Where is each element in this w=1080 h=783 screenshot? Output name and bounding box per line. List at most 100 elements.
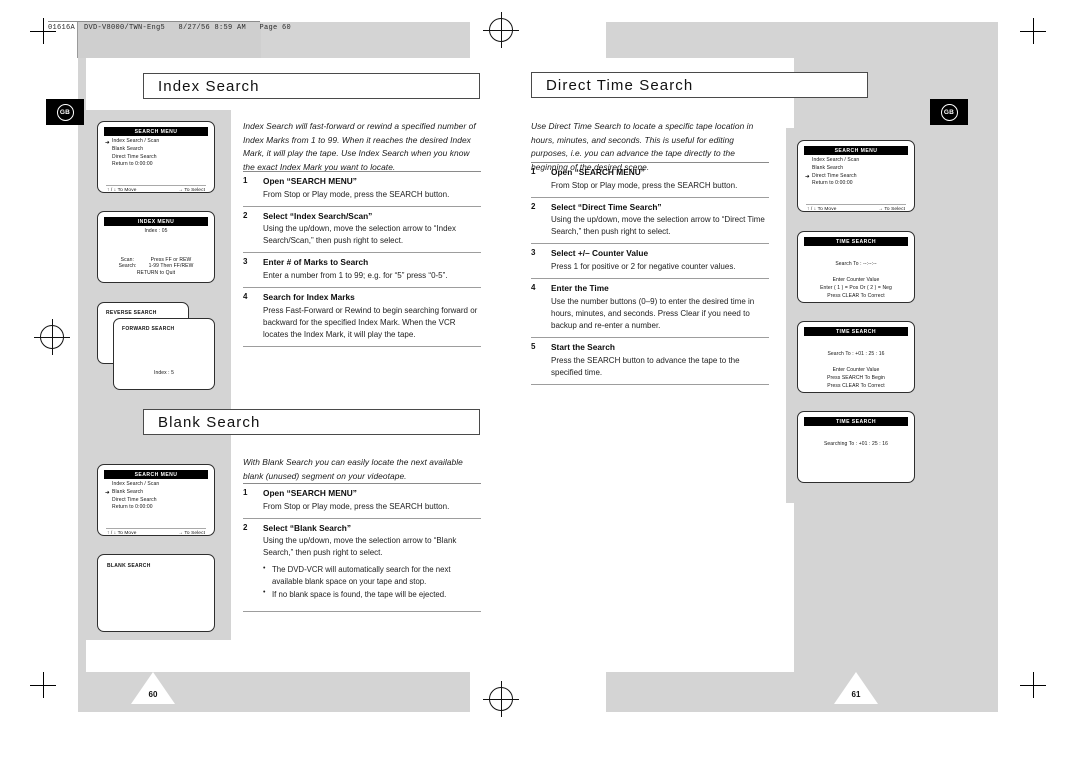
step-body: Using the up/down, move the selection ar… — [263, 536, 457, 558]
osd-title: TIME SEARCH — [804, 237, 908, 247]
osd-menu-item-label: Return to 0:00:00 — [112, 504, 153, 511]
osd-footer: ↑ / ↓ To Move → To Select RETURN To Quit — [98, 531, 214, 536]
step-body: Press Fast-Forward or Rewind to begin se… — [263, 305, 478, 339]
osd-menu-item-label: Direct Time Search — [112, 496, 157, 503]
osd-title: SEARCH MENU — [104, 470, 208, 480]
osd-time-search-running: TIME SEARCH Searching To : +01 : 25 : 16 — [797, 411, 915, 483]
osd-hint-line: Press SEARCH To Begin — [827, 375, 885, 382]
step-number: 4 — [243, 292, 248, 302]
osd-index-value: Index : 05 — [144, 228, 168, 235]
osd-forward-search: FORWARD SEARCH Index : 5 — [113, 318, 215, 390]
osd-hint-line: RETURN to Quit — [798, 301, 914, 303]
osd-menu-item-label: Index Search / Scan — [812, 157, 860, 164]
step-number: 1 — [243, 488, 248, 497]
osd-menu-item: Return to 0:00:00 — [98, 504, 214, 512]
osd-title: FORWARD SEARCH — [122, 326, 175, 332]
step-body: From Stop or Play mode, press the SEARCH… — [263, 189, 450, 199]
step-item: 1 Open “SEARCH MENU” From Stop or Play m… — [531, 162, 769, 197]
step-bullet: The DVD-VCR will automatically search fo… — [263, 564, 481, 587]
osd-menu-item-label: Blank Search — [112, 145, 144, 152]
step-title: Start the Search — [551, 342, 615, 353]
page-number-right: 61 — [851, 690, 861, 699]
step-title: Open “SEARCH MENU” — [551, 167, 645, 177]
osd-index-menu: INDEX MENU Index : 05 Scan: Press FF or … — [97, 211, 215, 283]
step-item: 1 Open “SEARCH MENU” From Stop or Play m… — [243, 171, 481, 206]
step-body: Use the number buttons (0–9) to enter th… — [551, 296, 755, 330]
osd-time-value: Search To : +01 : 25 : 16 — [827, 351, 885, 358]
right-page-footer-band — [606, 672, 998, 712]
osd-menu-item-label: Direct Time Search — [812, 172, 857, 179]
osd-foot-select: → To Select — [178, 188, 205, 193]
language-badge-left: GB — [46, 99, 84, 125]
osd-menu-item: Return to 0:00:00 — [798, 180, 914, 188]
osd-menu-item-label: Return to 0:00:00 — [812, 180, 853, 187]
osd-divider — [106, 528, 206, 530]
osd-footer: ↑ / ↓ To Move → To Select RETURN To Quit — [98, 188, 214, 193]
osd-foot-select: → To Select — [178, 531, 205, 536]
section-title-blank-search: Blank Search — [143, 409, 480, 435]
osd-menu-item-label: Blank Search — [812, 164, 844, 171]
step-item: 3 Select +/– Counter Value Press 1 for p… — [531, 243, 769, 278]
intro-blank-search: With Blank Search you can easily locate … — [243, 457, 463, 481]
osd-search-menu-blank: SEARCH MENU Index Search / Scan ➜ Blank … — [97, 464, 215, 536]
osd-menu-item-label: Direct Time Search — [112, 153, 157, 160]
step-bullet: If no blank space is found, the tape wil… — [263, 588, 481, 601]
step-body: From Stop or Play mode, press the SEARCH… — [263, 501, 450, 511]
section-title-direct-time-search: Direct Time Search — [531, 72, 868, 98]
osd-search-menu-direct-time: SEARCH MENU Index Search / Scan Blank Se… — [797, 140, 915, 212]
section-title-direct-time-search-label: Direct Time Search — [546, 76, 694, 94]
osd-time-value: Searching To : +01 : 25 : 16 — [823, 441, 888, 448]
osd-hint-line: Enter Counter Value — [832, 277, 880, 284]
crop-mark-left-bottom-h — [30, 685, 56, 686]
step-item: 2 Select “Blank Search” Using the up/dow… — [243, 517, 481, 607]
osd-menu-item: ➜ Direct Time Search — [798, 173, 914, 181]
step-title: Open “SEARCH MENU” — [263, 176, 357, 186]
step-title: Select “Index Search/Scan” — [263, 210, 373, 221]
osd-hint-line: Enter Counter Value — [832, 367, 880, 374]
osd-time-value: Search To : --:--:-- — [835, 261, 877, 268]
step-item: 2 Select “Direct Time Search” Using the … — [531, 196, 769, 244]
step-title: Enter # of Marks to Search — [263, 257, 369, 268]
osd-title: REVERSE SEARCH — [106, 310, 157, 316]
step-title: Search for Index Marks — [263, 292, 355, 303]
step-number: 5 — [531, 342, 536, 352]
osd-title: BLANK SEARCH — [107, 563, 151, 569]
osd-title: TIME SEARCH — [804, 417, 908, 427]
step-number: 2 — [531, 201, 536, 211]
osd-hint-line: Enter ( 1 ) = Pos Or ( 2 ) = Neg — [820, 285, 892, 292]
osd-menu-item-label: Blank Search — [112, 488, 144, 495]
step-title: Open “SEARCH MENU” — [263, 488, 357, 498]
intro-index-search: Index Search will fast-forward or rewind… — [243, 121, 476, 172]
page-number-left: 60 — [148, 690, 158, 699]
osd-menu-item: Return to 0:00:00 — [98, 161, 214, 169]
step-number: 2 — [243, 210, 248, 220]
osd-menu-item-label: Return to 0:00:00 — [112, 161, 153, 168]
step-item: 4 Search for Index Marks Press Fast-Forw… — [243, 287, 481, 346]
osd-time-search-entered: TIME SEARCH Search To : +01 : 25 : 16 En… — [797, 321, 915, 393]
osd-footer: ↑ / ↓ To Move → To Select RETURN To Quit — [798, 207, 914, 211]
page-number-triangle-right — [834, 672, 878, 704]
step-item: 3 Enter # of Marks to Search Enter a num… — [243, 252, 481, 287]
step-body: From Stop or Play mode, press the SEARCH… — [551, 180, 738, 190]
step-title: Select +/– Counter Value — [551, 248, 649, 259]
step-title: Select “Direct Time Search” — [551, 201, 662, 212]
osd-foot-move: ↑ / ↓ To Move — [107, 531, 137, 536]
osd-foot-quit: RETURN to Quit — [136, 270, 176, 277]
steps-blank-search: 1 Open “SEARCH MENU” From Stop or Play m… — [243, 483, 481, 612]
step-body: Using the up/down, move the selection ar… — [551, 215, 765, 237]
step-body: Enter a number from 1 to 99; e.g. for “5… — [263, 270, 448, 280]
crop-mark-right-top-h — [1020, 31, 1046, 32]
step-body: Press the SEARCH button to advance the t… — [551, 355, 740, 377]
osd-title: SEARCH MENU — [804, 146, 908, 156]
step-number: 3 — [531, 248, 536, 258]
step-number: 1 — [531, 167, 536, 176]
osd-title: INDEX MENU — [104, 217, 208, 227]
osd-hint-line: Press CLEAR To Correct — [827, 293, 885, 300]
steps-end-rule — [243, 610, 481, 612]
osd-menu-item: ➜ Blank Search — [98, 489, 214, 497]
registration-mark-bottom — [483, 681, 519, 717]
osd-hint-line: Press CLEAR To Correct — [827, 383, 885, 390]
file-header-text: 01616A DVD-V8000/TWN-Eng5 8/27/56 8:59 A… — [48, 24, 292, 32]
step-number: 3 — [243, 257, 248, 267]
step-title: Enter the Time — [551, 283, 609, 294]
